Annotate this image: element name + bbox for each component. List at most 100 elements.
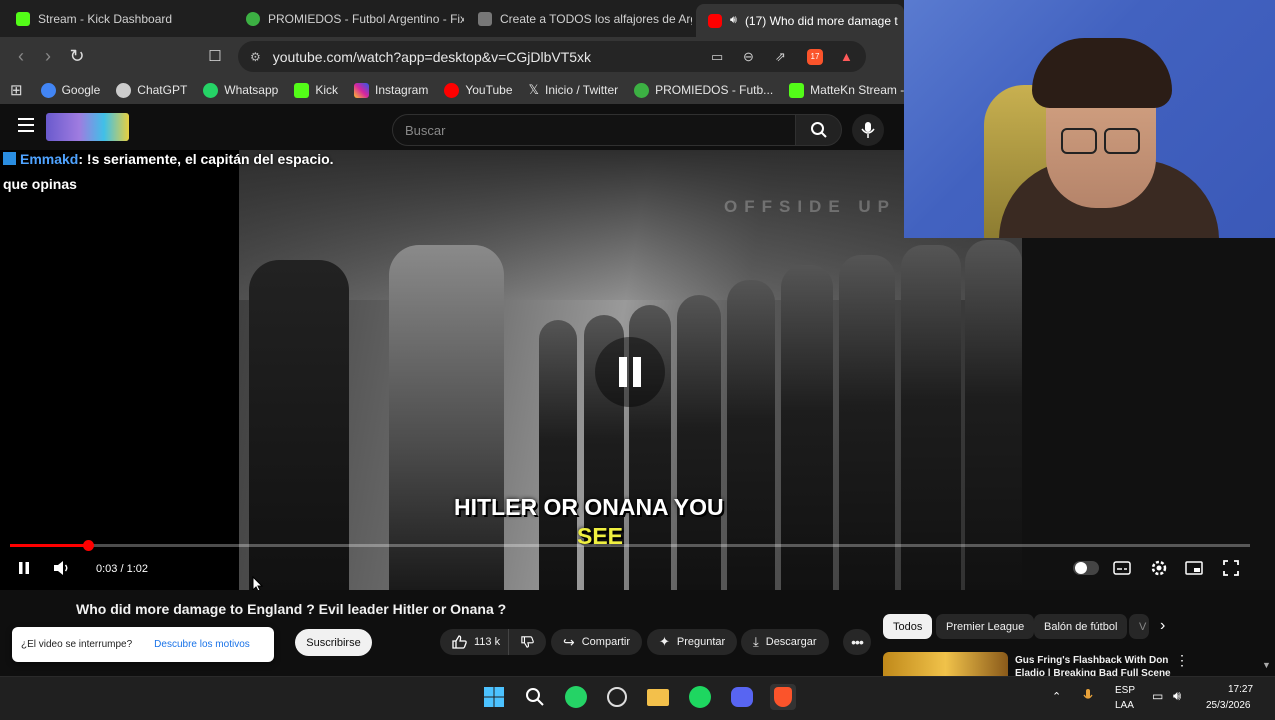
rewards-icon[interactable]: ▲: [840, 49, 853, 64]
forward-icon[interactable]: ›: [37, 45, 59, 67]
bookmark-google[interactable]: Google: [40, 82, 101, 98]
menu-icon[interactable]: [18, 118, 34, 132]
bookmark-icon[interactable]: ☐: [204, 45, 226, 67]
share-icon[interactable]: ⇗: [775, 49, 786, 65]
tab-alfajores[interactable]: Create a TODOS los alfajores de Arge: [466, 4, 692, 33]
tab-label: PROMIEDOS - Futbol Argentino - Fixt: [268, 11, 464, 26]
microphone-tray-icon[interactable]: [1083, 688, 1093, 709]
kick-icon: [789, 82, 805, 98]
back-icon[interactable]: ‹: [10, 45, 32, 67]
autoplay-toggle[interactable]: [1073, 561, 1099, 575]
chip-more[interactable]: V: [1129, 614, 1149, 639]
thumbs-down-icon: [521, 636, 534, 648]
bookmark-twitter[interactable]: 𝕏 Inicio / Twitter: [529, 82, 619, 98]
playback-issue-toast: ¿El video se interrumpe? Descubre los mo…: [12, 627, 274, 662]
bookmark-chatgpt[interactable]: ChatGPT: [116, 82, 187, 98]
subtitles-icon: [1113, 561, 1131, 575]
share-icon: ↪: [563, 633, 575, 650]
keyboard-layout[interactable]: LAA: [1115, 700, 1134, 711]
ask-button[interactable]: ✦ Preguntar: [647, 629, 738, 655]
toast-link[interactable]: Descubre los motivos: [154, 639, 250, 650]
whatsapp-icon: [203, 82, 219, 98]
fullscreen-icon: [1223, 560, 1239, 576]
document-icon: [478, 11, 492, 26]
reload-icon[interactable]: ↻: [66, 45, 88, 67]
play-pause-button[interactable]: [17, 561, 31, 580]
tab-promiedos[interactable]: PROMIEDOS - Futbol Argentino - Fixt: [234, 4, 464, 33]
bookmark-label: Google: [61, 83, 101, 97]
discord-icon[interactable]: [729, 684, 755, 710]
bookmark-matteknstream[interactable]: MatteKn Stream -...: [789, 82, 914, 98]
cast-icon[interactable]: ▭: [711, 49, 723, 65]
subscribe-button[interactable]: Suscribirse: [295, 629, 372, 656]
youtube-header: Buscar: [0, 104, 904, 150]
recommendation-menu-icon[interactable]: ⋮: [1175, 652, 1189, 669]
voice-search-button[interactable]: [852, 114, 884, 146]
time-display: 0:03 / 1:02: [96, 563, 148, 575]
chip-balon-de-futbol[interactable]: Balón de fútbol: [1034, 614, 1128, 639]
miniplayer-icon: [1185, 561, 1203, 575]
volume-tray-icon[interactable]: 🔊︎: [1173, 688, 1181, 704]
bookmark-promiedos[interactable]: PROMIEDOS - Futb...: [634, 82, 773, 98]
more-actions-button[interactable]: •••: [843, 629, 871, 655]
download-button[interactable]: ⤓ Descargar: [741, 629, 829, 655]
fullscreen-button[interactable]: [1223, 560, 1239, 581]
miniplayer-button[interactable]: [1185, 560, 1203, 581]
download-icon: ⤓: [753, 634, 759, 649]
recommendation-thumbnail[interactable]: [883, 652, 1008, 676]
pause-icon: [19, 562, 29, 574]
bookmark-label: Whatsapp: [224, 83, 279, 97]
tray-overflow-icon[interactable]: ⌃: [1052, 690, 1061, 703]
promiedos-icon: [246, 11, 260, 26]
search-button[interactable]: [795, 114, 842, 146]
tab-kick-dashboard[interactable]: Stream - Kick Dashboard: [4, 4, 232, 33]
gear-icon: [1151, 560, 1167, 576]
pause-overlay-button[interactable]: [595, 337, 665, 407]
brave-browser-icon[interactable]: [770, 684, 796, 710]
dislike-button[interactable]: [508, 629, 546, 655]
network-icon[interactable]: ▭: [1152, 689, 1163, 703]
clock-time[interactable]: 17:27: [1228, 684, 1253, 695]
whatsapp-icon[interactable]: [563, 684, 589, 710]
settings-button[interactable]: [1150, 559, 1168, 582]
volume-icon: [54, 561, 68, 575]
chevron-right-icon[interactable]: ›: [1160, 617, 1165, 635]
google-icon: [40, 82, 56, 98]
youtube-doodle-logo[interactable]: [46, 113, 129, 141]
recommendation-title[interactable]: Gus Fring's Flashback With Don Eladio | …: [1015, 654, 1175, 676]
zoom-icon[interactable]: ⊖: [743, 49, 754, 65]
volume-button[interactable]: [53, 560, 70, 581]
apps-grid-icon[interactable]: ⊞: [10, 81, 23, 99]
tab-label: Create a TODOS los alfajores de Arge: [500, 11, 692, 26]
bookmark-youtube[interactable]: YouTube: [444, 82, 513, 98]
file-explorer-icon[interactable]: [645, 684, 671, 710]
search-input[interactable]: Buscar: [392, 114, 796, 146]
chat-message-text: : !s seriamente, el capitán del espacio.: [78, 151, 334, 167]
spotify-icon[interactable]: [687, 684, 713, 710]
url-text[interactable]: youtube.com/watch?app=desktop&v=CGjDlbVT…: [273, 49, 591, 65]
clock-date[interactable]: 25/3/2026: [1206, 700, 1251, 711]
microphone-icon: [861, 122, 875, 138]
bookmark-whatsapp[interactable]: Whatsapp: [203, 82, 279, 98]
windows-start-icon[interactable]: [481, 684, 507, 710]
scroll-down-arrow-icon[interactable]: ▼: [1262, 660, 1271, 670]
taskbar-search-icon[interactable]: [522, 684, 548, 710]
bookmark-kick[interactable]: Kick: [294, 82, 338, 98]
chatgpt-icon[interactable]: [604, 684, 630, 710]
tab-label: (17) Who did more damage t: [744, 13, 898, 28]
subtitles-button[interactable]: [1113, 560, 1131, 581]
bookmark-label: YouTube: [465, 83, 513, 97]
chip-premier-league[interactable]: Premier League: [936, 614, 1035, 639]
brave-shield-icon[interactable]: 17: [807, 48, 823, 65]
keyboard-language[interactable]: ESP: [1115, 685, 1135, 696]
bookmark-instagram[interactable]: Instagram: [354, 82, 428, 98]
share-button[interactable]: ↪ Compartir: [551, 629, 643, 655]
bookmarks-bar: ⊞ Google ChatGPT Whatsapp Kick Instagram…: [0, 76, 914, 104]
bookmark-label: Inicio / Twitter: [545, 83, 619, 97]
site-info-icon[interactable]: ⚙: [250, 50, 261, 64]
progress-bar[interactable]: [10, 540, 1250, 551]
chip-todos[interactable]: Todos: [883, 614, 933, 639]
tab-youtube-active[interactable]: 🔊︎ (17) Who did more damage t: [696, 4, 904, 37]
tab-label: Stream - Kick Dashboard: [38, 11, 173, 26]
address-bar[interactable]: ⚙ youtube.com/watch?app=desktop&v=CGjDlb…: [238, 41, 866, 72]
